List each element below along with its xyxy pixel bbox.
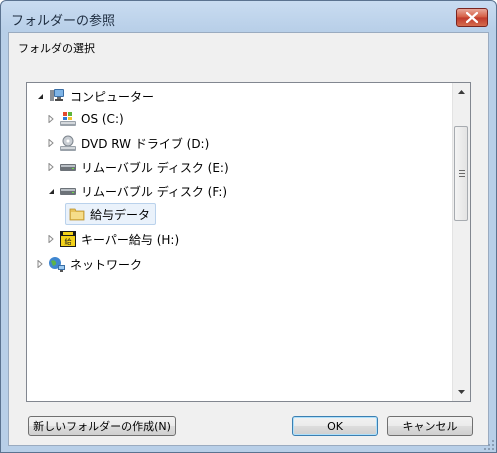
tree-item-removable-f[interactable]: リムーバブル ディスク (F:) [46,181,227,201]
scrollbar-thumb[interactable] [454,126,468,221]
new-folder-button[interactable]: 新しいフォルダーの作成(N) [28,416,176,436]
expanded-triangle-icon[interactable] [46,186,56,196]
tree-item-label: コンピューター [70,89,155,104]
tree-item-salary-data[interactable]: 給与データ [61,203,157,225]
removable-disk-icon [59,182,77,200]
tree-item-label: 給与データ [90,207,151,222]
computer-icon [48,87,66,105]
tree-item-removable-e[interactable]: リムーバブル ディスク (E:) [46,157,229,177]
vertical-scrollbar[interactable] [452,83,470,401]
collapsed-triangle-icon[interactable] [35,259,45,269]
close-button[interactable] [456,8,488,27]
svg-text:給: 給 [65,237,72,246]
folder-icon [68,205,86,223]
tree-item-keeper-h[interactable]: 給 キーパー給与 (H:) [46,229,179,249]
scroll-down-arrow-icon[interactable] [457,387,466,396]
tree-item-network[interactable]: ネットワーク [35,254,142,274]
tree-item-label: DVD RW ドライブ (D:) [81,136,210,151]
instruction-text: フォルダの選択 [18,42,95,55]
cancel-button-label: キャンセル [402,420,458,433]
system-drive-icon [59,110,77,128]
folder-tree[interactable]: コンピューター OS (C:) DVD RW ドライブ (D:) リムーバブル … [26,82,471,402]
collapsed-triangle-icon[interactable] [46,234,56,244]
expanded-triangle-icon[interactable] [35,91,45,101]
title-bar[interactable]: フォルダーの参照 [1,1,496,33]
new-folder-button-label: 新しいフォルダーの作成(N) [33,420,171,433]
dvd-drive-icon [59,134,77,152]
removable-disk-icon [59,158,77,176]
network-icon [48,255,66,273]
cancel-button[interactable]: キャンセル [387,416,473,436]
collapsed-triangle-icon[interactable] [46,162,56,172]
selection-highlight[interactable]: 給与データ [65,203,157,225]
ok-button[interactable]: OK [292,416,378,436]
tree-item-os-c[interactable]: OS (C:) [46,109,124,129]
scroll-up-arrow-icon[interactable] [457,88,466,97]
resize-grip-icon[interactable] [484,440,495,451]
collapsed-triangle-icon[interactable] [46,114,56,124]
collapsed-triangle-icon[interactable] [46,138,56,148]
window-title: フォルダーの参照 [11,14,116,29]
tree-item-label: OS (C:) [81,112,124,126]
ok-button-label: OK [327,419,343,433]
keeper-drive-icon: 給 [59,230,77,248]
tree-item-label: キーパー給与 (H:) [81,232,180,247]
tree-item-label: リムーバブル ディスク (F:) [81,184,228,199]
tree-item-dvd-d[interactable]: DVD RW ドライブ (D:) [46,133,209,153]
close-icon [466,12,478,23]
tree-item-label: ネットワーク [70,257,143,272]
tree-item-label: リムーバブル ディスク (E:) [81,160,229,175]
tree-item-computer[interactable]: コンピューター [35,86,154,106]
